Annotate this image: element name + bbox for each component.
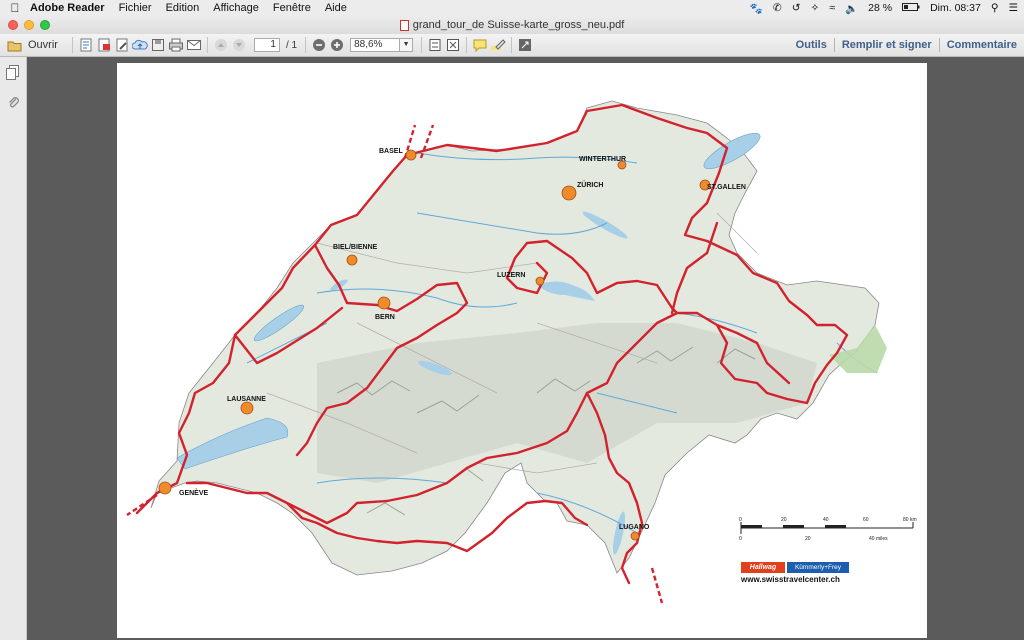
bluetooth-icon[interactable]: ✧ — [811, 2, 820, 14]
window-controls — [8, 20, 50, 30]
print-icon[interactable] — [167, 36, 185, 54]
comment-link[interactable]: Commentaire — [940, 39, 1024, 51]
email-icon[interactable] — [185, 36, 203, 54]
hallwag-logo: Hallwag — [741, 562, 785, 573]
zoom-level-input[interactable]: 88,6% — [350, 38, 401, 52]
city-marker-geneve — [158, 481, 172, 495]
search-icon[interactable]: ⚲ — [991, 2, 999, 14]
app-menu[interactable]: Adobe Reader — [30, 2, 105, 14]
city-marker-zurich — [561, 185, 577, 201]
city-label-basel: BASEL — [379, 148, 403, 155]
city-label-winterthur: WINTERTHUR — [579, 156, 626, 163]
scale-km-80: 80 km — [903, 517, 917, 523]
city-marker-lugano — [630, 531, 640, 541]
menu-affichage[interactable]: Affichage — [213, 2, 259, 14]
expand-icon[interactable] — [516, 36, 534, 54]
city-label-bern: BERN — [375, 314, 395, 321]
fill-sign-link[interactable]: Remplir et signer — [835, 39, 939, 51]
comment-note-icon[interactable] — [471, 36, 489, 54]
city-marker-luzern — [535, 276, 545, 286]
minimize-window-button[interactable] — [24, 20, 34, 30]
pdf-page: BASEL WINTERTHUR ZÜRICH ST.GALLEN BIEL/B… — [117, 63, 927, 638]
scale-miles-40: 40 miles — [869, 536, 888, 542]
zoom-out-icon[interactable] — [310, 36, 328, 54]
scale-km-60: 60 — [863, 517, 869, 523]
save-icon[interactable] — [149, 36, 167, 54]
city-marker-biel — [346, 254, 358, 266]
city-label-biel: BIEL/BIENNE — [333, 244, 378, 251]
window-title: grand_tour_de Suisse-karte_gross_neu.pdf — [412, 19, 625, 31]
city-label-zurich: ZÜRICH — [577, 180, 603, 189]
right-panel-links: Outils Remplir et signer Commentaire — [789, 34, 1024, 56]
scale-km-20: 20 — [781, 517, 787, 523]
toolbar: Ouvrir 1 / 1 88,6% ▼ Outils Remplir et s… — [0, 34, 1024, 57]
time-machine-icon[interactable]: ↺ — [792, 2, 801, 14]
divider — [466, 37, 468, 53]
close-window-button[interactable] — [8, 20, 18, 30]
city-marker-basel — [405, 149, 417, 161]
menu-edition[interactable]: Edition — [166, 2, 200, 14]
page-total: / 1 — [285, 39, 298, 51]
open-button[interactable]: Ouvrir — [6, 36, 58, 54]
next-page-icon[interactable] — [230, 36, 248, 54]
page-thumbnails-icon[interactable] — [6, 65, 20, 86]
scale-miles-20: 20 — [805, 536, 811, 542]
open-label: Ouvrir — [28, 39, 58, 51]
window-title-bar: grand_tour_de Suisse-karte_gross_neu.pdf — [0, 16, 1024, 34]
phone-icon[interactable]: ✆ — [773, 2, 782, 14]
city-marker-bern — [377, 296, 391, 310]
scale-km-0: 0 — [739, 517, 742, 523]
menu-aide[interactable]: Aide — [325, 2, 347, 14]
page-number-input[interactable]: 1 — [253, 38, 280, 52]
divider — [206, 37, 208, 53]
edit-pdf-icon[interactable] — [113, 36, 131, 54]
folder-icon — [6, 36, 24, 54]
city-marker-lausanne — [240, 401, 254, 415]
attachments-paperclip-icon[interactable] — [7, 95, 19, 114]
navigation-panel — [0, 57, 27, 640]
paw-icon[interactable]: 🐾 — [750, 2, 763, 15]
city-label-lausanne: LAUSANNE — [227, 396, 266, 403]
menu-bar:  Adobe Reader Fichier Edition Affichage… — [0, 0, 1024, 16]
city-label-geneve: GENÈVE — [179, 488, 209, 497]
pdf-file-icon — [399, 19, 409, 31]
zoom-window-button[interactable] — [40, 20, 50, 30]
scale-km-40: 40 — [823, 517, 829, 523]
map-scale-bar: 0 20 40 60 80 km 0 20 40 miles — [739, 517, 917, 542]
battery-percent[interactable]: 28 % — [868, 2, 892, 14]
zoom-dropdown-icon[interactable]: ▼ — [400, 38, 414, 52]
menu-fichier[interactable]: Fichier — [119, 2, 152, 14]
city-label-st-gallen: ST.GALLEN — [707, 184, 746, 191]
document-view[interactable]: BASEL WINTERTHUR ZÜRICH ST.GALLEN BIEL/B… — [27, 57, 1024, 640]
divider — [305, 37, 307, 53]
export-pdf-icon[interactable] — [95, 36, 113, 54]
divider — [71, 37, 73, 53]
status-area: 🐾 ✆ ↺ ✧ ≈ 🔈 28 % Dim. 08:37 ⚲ ☰ — [750, 0, 1018, 16]
divider — [511, 37, 513, 53]
create-pdf-icon[interactable] — [77, 36, 95, 54]
scale-miles-0: 0 — [739, 536, 742, 542]
previous-page-icon[interactable] — [212, 36, 230, 54]
zoom-in-icon[interactable] — [328, 36, 346, 54]
city-label-luzern: LUZERN — [497, 272, 525, 279]
route-exit-lugano — [650, 567, 664, 604]
cloud-upload-icon[interactable] — [131, 36, 149, 54]
battery-icon[interactable] — [902, 2, 920, 14]
city-label-lugano: LUGANO — [619, 524, 650, 531]
fullscreen-read-icon[interactable] — [444, 36, 462, 54]
volume-icon[interactable]: 🔈 — [845, 2, 858, 15]
website-url: www.swisstravelcenter.ch — [741, 575, 840, 584]
divider — [421, 37, 423, 53]
tools-link[interactable]: Outils — [789, 39, 834, 51]
highlight-icon[interactable] — [489, 36, 507, 54]
wifi-icon[interactable]: ≈ — [829, 2, 835, 14]
menu-fenetre[interactable]: Fenêtre — [273, 2, 311, 14]
clock[interactable]: Dim. 08:37 — [930, 2, 981, 14]
switzerland-map: BASEL WINTERTHUR ZÜRICH ST.GALLEN BIEL/B… — [126, 100, 917, 604]
apple-menu-icon[interactable]:  — [0, 1, 30, 15]
fit-page-icon[interactable] — [426, 36, 444, 54]
kummerly-frey-logo: Kümmerly+Frey — [787, 562, 849, 573]
menu-list-icon[interactable]: ☰ — [1009, 2, 1018, 14]
